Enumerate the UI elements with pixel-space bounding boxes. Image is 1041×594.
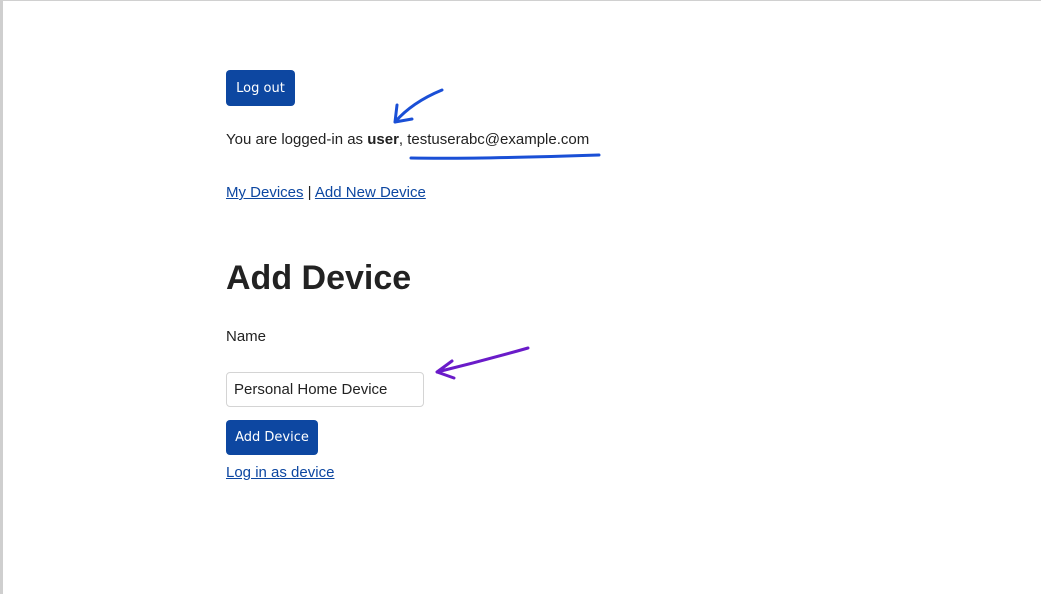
nav-separator: | [303,184,315,201]
status-email: testuserabc@example.com [407,131,590,148]
nav-links: My Devices | Add New Device [226,184,426,201]
login-status: You are logged-in as user, testuserabc@e… [226,131,589,148]
status-separator: , [398,131,408,148]
annotation-underline [409,153,601,160]
log-in-as-device-link[interactable]: Log in as device [226,464,334,481]
left-border [0,1,3,594]
nav-my-devices[interactable]: My Devices [226,184,304,201]
add-device-button[interactable]: Add Device [226,420,318,455]
page-title: Add Device [226,259,412,297]
status-prefix: You are logged-in as [226,131,368,148]
annotation-arrow-icon [393,88,444,124]
annotation-layer [393,88,601,380]
logout-button[interactable]: Log out [226,70,295,106]
status-role: user [367,131,399,148]
annotation-arrow-icon [435,346,530,380]
name-input[interactable] [226,372,424,407]
name-label: Name [226,328,267,345]
nav-add-new-device[interactable]: Add New Device [315,184,426,201]
